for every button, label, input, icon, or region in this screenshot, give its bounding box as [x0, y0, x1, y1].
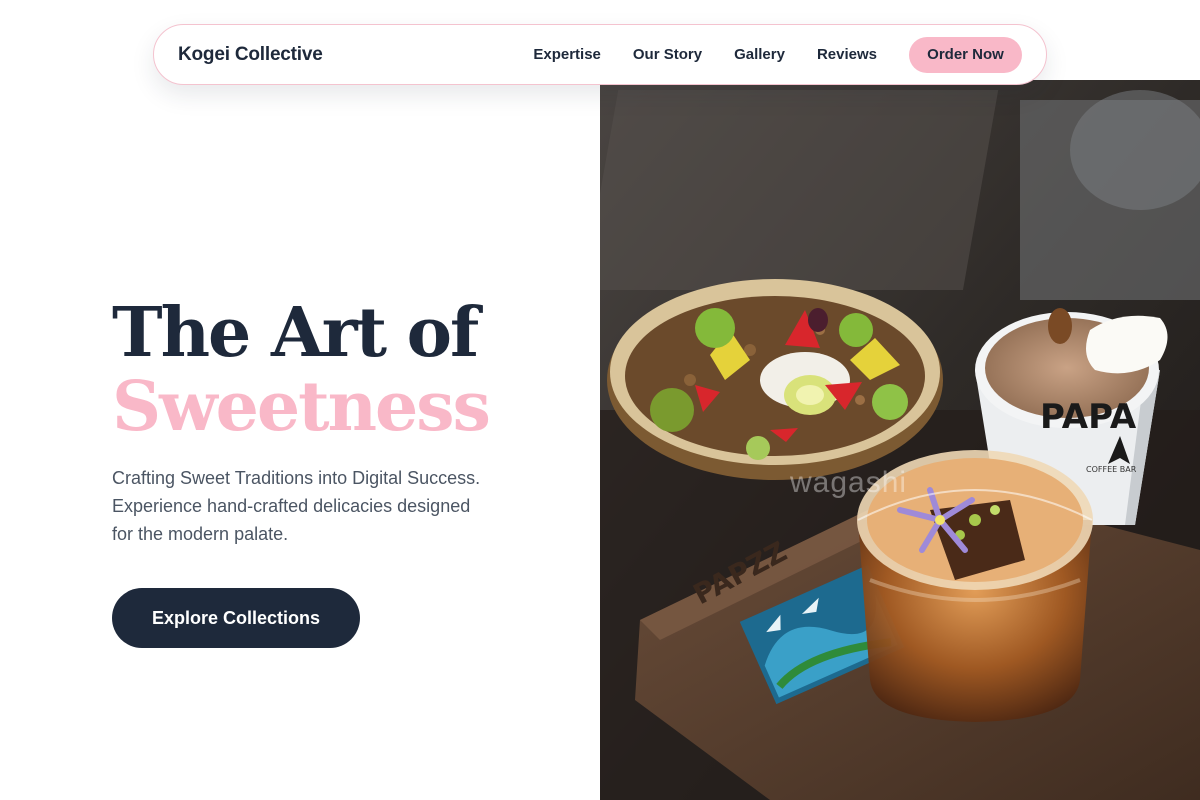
watermark-text: wagashi [790, 466, 908, 499]
nav-link-reviews[interactable]: Reviews [817, 46, 877, 63]
hero-title-line2: Sweetness [112, 367, 491, 447]
order-now-button[interactable]: Order Now [909, 36, 1022, 73]
hero-title: The Art of Sweetness [112, 293, 491, 447]
hero-subtitle: Crafting Sweet Traditions into Digital S… [112, 468, 481, 544]
nav-link-expertise[interactable]: Expertise [533, 46, 601, 63]
nav-links: Expertise Our Story Gallery Reviews Orde… [533, 36, 1022, 73]
cup-subtext: COFFEE BAR [1086, 465, 1137, 474]
brand-logo[interactable]: Kogei Collective [178, 44, 323, 66]
dessert-bowl [607, 279, 943, 480]
hero-image: PAPZZ PAPA COFFEE BAR [600, 80, 1200, 800]
hero-title-line1: The Art of [112, 293, 479, 373]
cup-logo-text: PAPA [1040, 397, 1137, 437]
nav-link-gallery[interactable]: Gallery [734, 46, 785, 63]
top-navigation: Kogei Collective Expertise Our Story Gal… [153, 24, 1047, 85]
nav-link-our-story[interactable]: Our Story [633, 46, 702, 63]
explore-collections-button[interactable]: Explore Collections [112, 588, 360, 648]
